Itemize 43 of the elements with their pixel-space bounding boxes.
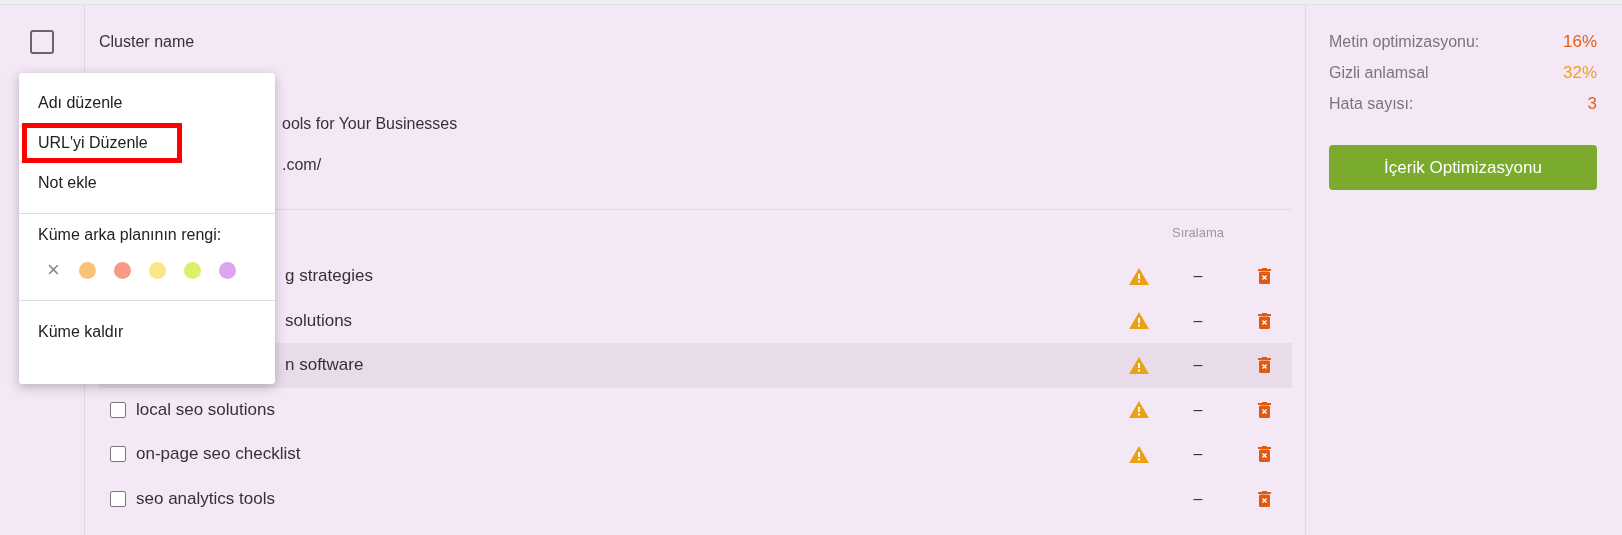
- color-label: Küme arka planının rengi:: [38, 225, 223, 245]
- checkbox[interactable]: [109, 490, 126, 507]
- keyword-text: solutions: [285, 310, 353, 331]
- column-header: Sıralama: [1172, 224, 1224, 240]
- stat-value: 3: [1587, 93, 1597, 115]
- rank-value: –: [1193, 311, 1203, 330]
- delete-icon[interactable]: [1257, 268, 1271, 285]
- checkbox[interactable]: [109, 446, 126, 463]
- checkbox[interactable]: [30, 30, 54, 54]
- color-swatch[interactable]: [114, 261, 131, 279]
- delete-icon[interactable]: [1257, 357, 1271, 374]
- color-swatch[interactable]: [149, 261, 166, 279]
- keyword-text: n software: [285, 355, 364, 376]
- keyword-text: g strategies: [285, 266, 373, 287]
- cluster-info-text: Cluster name: [99, 32, 196, 52]
- delete-icon[interactable]: [1257, 490, 1271, 507]
- stat-label: Hata sayısı:: [1329, 94, 1414, 114]
- keyword-text: on-page seo checklist: [136, 444, 301, 465]
- delete-icon[interactable]: [1257, 446, 1271, 463]
- cluster-info-text: ools for Your Businesses: [282, 114, 459, 134]
- delete-icon[interactable]: [1257, 401, 1271, 418]
- rank-value: –: [1193, 489, 1203, 508]
- checkbox[interactable]: [109, 401, 126, 418]
- menu-item[interactable]: Not ekle: [22, 163, 113, 203]
- clear-color-button[interactable]: ×: [47, 257, 79, 283]
- menu-item[interactable]: Adı düzenle: [22, 83, 139, 123]
- rank-value: –: [1193, 267, 1203, 286]
- color-swatch[interactable]: [184, 261, 201, 279]
- stat-value: 16%: [1562, 31, 1597, 53]
- menu-item[interactable]: Küme kaldır: [22, 312, 140, 352]
- color-swatch[interactable]: [79, 261, 96, 279]
- color-swatch[interactable]: [219, 261, 236, 279]
- cluster-info-text: .com/: [282, 155, 323, 175]
- keyword-text: local seo solutions: [136, 399, 275, 420]
- delete-icon[interactable]: [1257, 312, 1271, 329]
- rank-value: –: [1193, 400, 1203, 419]
- stat-label: Gizli anlamsal: [1329, 63, 1429, 83]
- stat-label: Metin optimizasyonu:: [1329, 32, 1480, 52]
- stat-value: 32%: [1562, 62, 1597, 84]
- rank-value: –: [1193, 445, 1203, 464]
- keyword-text: seo analytics tools: [136, 488, 275, 509]
- rank-value: –: [1193, 356, 1203, 375]
- menu-item[interactable]: URL'yi Düzenle: [22, 123, 182, 163]
